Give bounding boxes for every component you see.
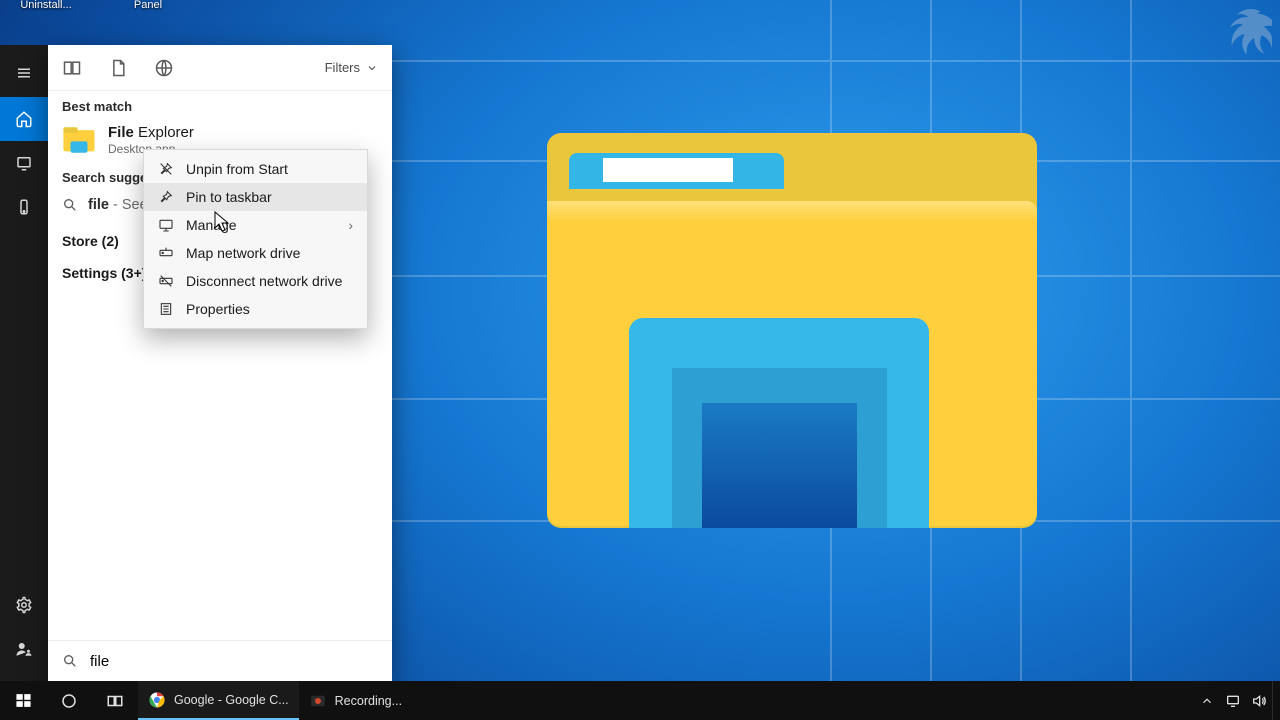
chevron-right-icon: › bbox=[348, 217, 353, 233]
task-view-icon bbox=[106, 692, 124, 710]
apps-icon[interactable] bbox=[0, 141, 48, 185]
tray-overflow-button[interactable] bbox=[1194, 681, 1220, 720]
ctx-map-drive[interactable]: Map network drive bbox=[144, 239, 367, 267]
recorder-icon bbox=[309, 692, 327, 710]
ctx-manage[interactable]: Manage › bbox=[144, 211, 367, 239]
watermark-dragon-icon bbox=[1212, 6, 1272, 66]
ctx-disconnect-drive[interactable]: Disconnect network drive bbox=[144, 267, 367, 295]
hamburger-icon[interactable] bbox=[0, 49, 48, 97]
search-input[interactable] bbox=[90, 653, 378, 670]
filters-dropdown[interactable]: Filters bbox=[325, 60, 378, 75]
pin-icon bbox=[158, 189, 174, 205]
home-icon[interactable] bbox=[0, 97, 48, 141]
desktop-icon[interactable]: Panel bbox=[108, 0, 188, 11]
cortana-icon bbox=[60, 692, 78, 710]
ctx-label: Map network drive bbox=[186, 245, 300, 261]
search-category-bar bbox=[0, 45, 48, 681]
best-match-heading: Best match bbox=[48, 91, 392, 118]
tray-volume-icon[interactable] bbox=[1246, 681, 1272, 720]
search-icon bbox=[62, 653, 78, 669]
ctx-unpin-start[interactable]: Unpin from Start bbox=[144, 155, 367, 183]
cortana-button[interactable] bbox=[46, 681, 92, 720]
properties-icon bbox=[158, 301, 174, 317]
taskbar: Google - Google C... Recording... bbox=[0, 681, 1280, 720]
search-input-bar[interactable] bbox=[48, 640, 392, 681]
chevron-up-icon bbox=[1200, 694, 1214, 708]
ctx-label: Pin to taskbar bbox=[186, 189, 272, 205]
wallpaper-file-explorer-illustration bbox=[547, 133, 1037, 528]
search-icon bbox=[62, 197, 78, 213]
filters-label: Filters bbox=[325, 60, 360, 75]
documents-scope-icon[interactable] bbox=[108, 58, 128, 78]
device-icon[interactable] bbox=[0, 185, 48, 229]
ctx-pin-taskbar[interactable]: Pin to taskbar bbox=[144, 183, 367, 211]
taskbar-left: Google - Google C... Recording... bbox=[0, 681, 412, 720]
best-match-title-bold: File bbox=[108, 124, 134, 141]
taskbar-task-chrome[interactable]: Google - Google C... bbox=[138, 681, 299, 720]
chrome-icon bbox=[148, 691, 166, 709]
manage-icon bbox=[158, 217, 174, 233]
task-label: Recording... bbox=[335, 694, 402, 708]
map-drive-icon bbox=[158, 245, 174, 261]
disconnect-drive-icon bbox=[158, 273, 174, 289]
ctx-properties[interactable]: Properties bbox=[144, 295, 367, 323]
apps-scope-icon[interactable] bbox=[62, 58, 82, 78]
chevron-down-icon bbox=[366, 62, 378, 74]
taskbar-task-recorder[interactable]: Recording... bbox=[299, 681, 412, 720]
desktop: Uninstall... Panel bbox=[0, 0, 1280, 720]
web-scope-icon[interactable] bbox=[154, 58, 174, 78]
desktop-icon-label: Uninstall... bbox=[20, 0, 71, 11]
user-icon[interactable] bbox=[0, 627, 48, 671]
task-label: Google - Google C... bbox=[174, 693, 289, 707]
file-explorer-icon bbox=[62, 125, 96, 155]
tray-network-icon[interactable] bbox=[1220, 681, 1246, 720]
search-header: Filters bbox=[48, 45, 392, 91]
windows-logo-icon bbox=[15, 692, 32, 709]
desktop-icon-label: Panel bbox=[134, 0, 162, 11]
show-desktop-button[interactable] bbox=[1272, 681, 1278, 720]
ctx-label: Unpin from Start bbox=[186, 161, 288, 177]
volume-icon bbox=[1251, 693, 1267, 709]
task-view-button[interactable] bbox=[92, 681, 138, 720]
ctx-label: Disconnect network drive bbox=[186, 273, 342, 289]
taskbar-right bbox=[1194, 681, 1280, 720]
best-match-title-rest: Explorer bbox=[134, 124, 194, 141]
desktop-icon[interactable]: Uninstall... bbox=[6, 0, 86, 11]
suggestion-bold: file bbox=[88, 197, 109, 213]
monitor-icon bbox=[1225, 693, 1241, 709]
settings-icon[interactable] bbox=[0, 583, 48, 627]
mouse-cursor-icon bbox=[214, 211, 232, 233]
search-panel: Filters Best match File Explorer Desktop… bbox=[48, 45, 392, 681]
context-menu: Unpin from Start Pin to taskbar Manage ›… bbox=[143, 149, 368, 329]
unpin-icon bbox=[158, 161, 174, 177]
ctx-label: Properties bbox=[186, 301, 250, 317]
start-button[interactable] bbox=[0, 681, 46, 720]
